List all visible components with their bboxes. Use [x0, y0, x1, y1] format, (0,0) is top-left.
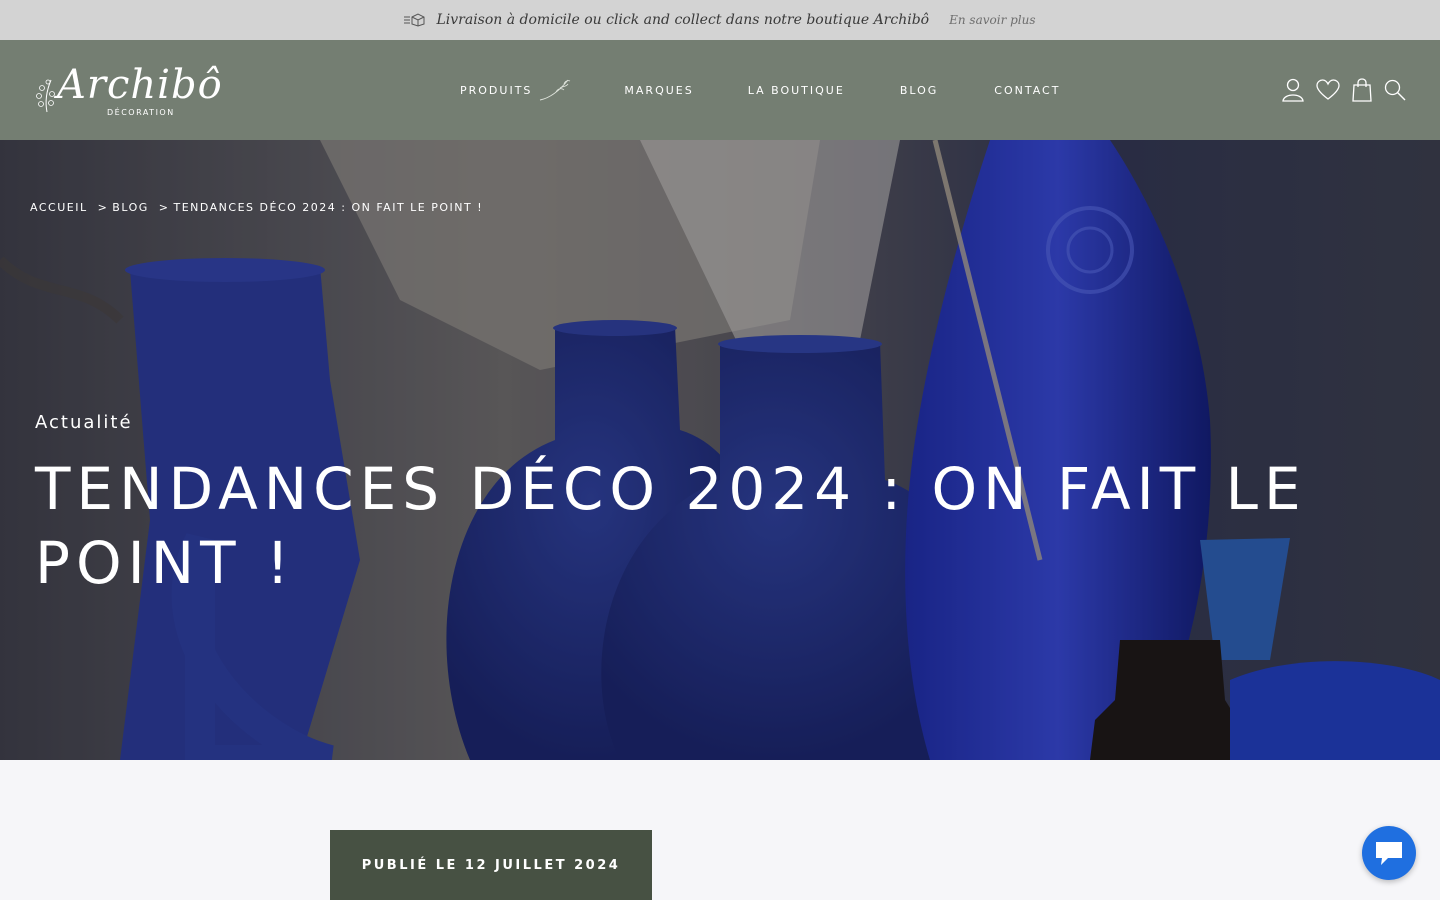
site-logo[interactable]: Archibô DÉCORATION — [33, 60, 258, 122]
delivery-box-icon — [404, 13, 425, 27]
bag-icon[interactable] — [1352, 78, 1372, 106]
page-title: TENDANCES DÉCO 2024 : ON FAIT LE POINT ! — [35, 455, 1307, 597]
user-icon[interactable] — [1282, 78, 1304, 106]
nav-item-blog[interactable]: BLOG — [900, 84, 938, 97]
breadcrumb-home[interactable]: ACCUEIL — [30, 201, 88, 214]
hero-banner: ACCUEIL > BLOG > TENDANCES DÉCO 2024 : O… — [0, 140, 1440, 760]
breadcrumb-separator: > — [97, 201, 109, 214]
announcement-bar: Livraison à domicile ou click and collec… — [0, 0, 1440, 40]
logo-wordmark: Archibô — [57, 62, 223, 108]
breadcrumb-blog[interactable]: BLOG — [112, 201, 148, 214]
nav-item-produits[interactable]: PRODUITS — [460, 78, 572, 102]
nav-item-contact[interactable]: CONTACT — [994, 84, 1060, 97]
logo-sprig-icon — [36, 79, 55, 113]
site-header: Archibô DÉCORATION PRODUITS MARQUES LA B… — [0, 40, 1440, 140]
main-nav: PRODUITS MARQUES LA BOUTIQUE BLOG CONTAC… — [460, 40, 1060, 140]
heart-icon[interactable] — [1316, 79, 1340, 105]
chat-bubble-icon — [1376, 842, 1402, 865]
nav-item-la-boutique[interactable]: LA BOUTIQUE — [748, 84, 845, 97]
article-category: Actualité — [35, 412, 133, 433]
announcement-text: Livraison à domicile ou click and collec… — [436, 12, 930, 28]
search-icon[interactable] — [1384, 79, 1406, 105]
nav-item-marques[interactable]: MARQUES — [624, 84, 693, 97]
publication-date-badge: PUBLIÉ LE 12 JUILLET 2024 — [330, 830, 652, 900]
breadcrumb: ACCUEIL > BLOG > TENDANCES DÉCO 2024 : O… — [30, 201, 483, 214]
learn-more-link[interactable]: En savoir plus — [949, 13, 1035, 27]
hero-overlay — [0, 140, 1440, 760]
logo-subtitle: DÉCORATION — [107, 108, 175, 117]
breadcrumb-current: TENDANCES DÉCO 2024 : ON FAIT LE POINT ! — [173, 201, 484, 214]
breadcrumb-separator: > — [158, 201, 170, 214]
leaf-sprig-icon — [540, 79, 571, 101]
header-actions — [1270, 78, 1406, 106]
chat-button[interactable] — [1362, 826, 1416, 880]
nav-label: PRODUITS — [460, 83, 533, 97]
